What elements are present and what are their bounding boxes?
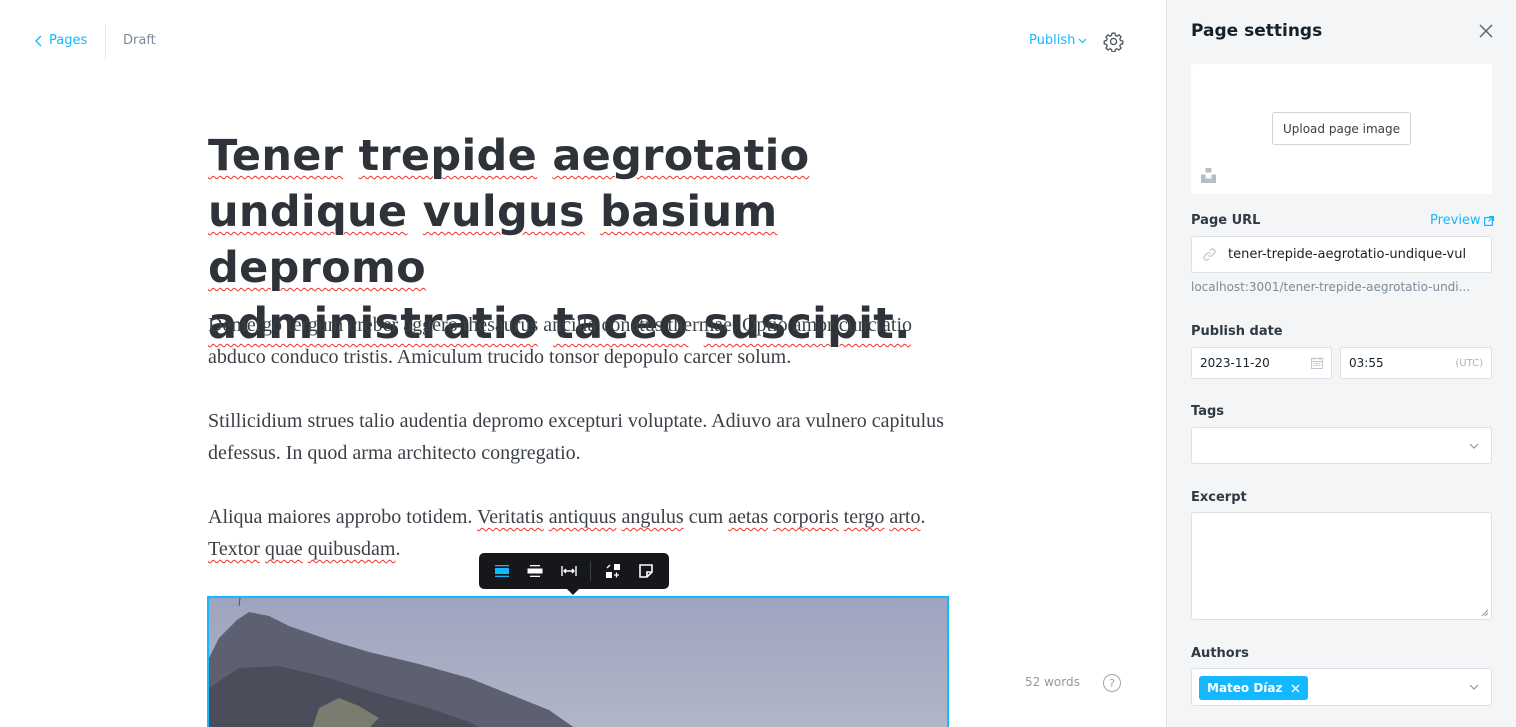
text-run: cum (683, 506, 729, 528)
snippet-icon (639, 564, 654, 578)
authors-select[interactable]: Mateo Díaz (1191, 668, 1492, 706)
excerpt-label: Excerpt (1191, 490, 1247, 505)
author-name: Mateo Díaz (1207, 681, 1283, 695)
full-width-button[interactable] (557, 559, 581, 583)
chevron-down-icon (1078, 38, 1087, 44)
resize-handle-icon[interactable] (1481, 609, 1489, 617)
replace-image-icon (605, 564, 620, 578)
replace-image-button[interactable] (601, 559, 625, 583)
gear-icon[interactable] (1103, 31, 1124, 52)
misspelled-word: angulus (621, 506, 684, 528)
feature-image-dropzone[interactable]: Upload page image (1191, 64, 1492, 194)
editor: Pages Draft Publish Tener trepide aegrot… (0, 0, 1166, 727)
publish-time-input[interactable]: 03:55 (UTC) (1340, 347, 1492, 379)
title-word: aegrotatio (552, 131, 810, 181)
publish-dropdown[interactable]: Publish (1029, 33, 1087, 48)
chevron-down-icon (1469, 684, 1479, 690)
publish-date-input[interactable]: 2023-11-20 (1191, 347, 1332, 379)
preview-link[interactable]: Preview (1430, 213, 1494, 228)
author-chip: Mateo Díaz (1199, 676, 1308, 700)
text-run: Aliqua maiores approbo totidem. (208, 506, 478, 528)
title-word: vulgus (422, 187, 585, 237)
date-value: 2023-11-20 (1200, 356, 1270, 370)
page-url-label: Page URL (1191, 213, 1261, 228)
regular-width-button[interactable] (490, 559, 514, 583)
back-label: Pages (49, 33, 88, 48)
upload-image-button[interactable]: Upload page image (1272, 112, 1411, 145)
page-url-hint: localhost:3001/tener-trepide-aegrotatio-… (1191, 280, 1471, 294)
page-url-value: tener-trepide-aegrotatio-undique-vul (1228, 247, 1467, 262)
misspelled-word: arto (889, 506, 921, 528)
regular-width-icon (494, 565, 509, 577)
text-run: . (395, 538, 401, 560)
authors-label: Authors (1191, 646, 1249, 661)
title-word: trepide (358, 131, 538, 181)
snippet-button[interactable] (634, 559, 658, 583)
excerpt-textarea[interactable] (1191, 512, 1492, 620)
title-word: undique (208, 187, 408, 237)
misspelled-word: corporis (773, 506, 839, 528)
settings-panel: Page settings Upload page image Page URL… (1166, 0, 1516, 727)
calendar-icon (1311, 357, 1323, 369)
back-to-pages-link[interactable]: Pages (34, 33, 87, 48)
title-word: basium (600, 187, 778, 237)
paragraph-2[interactable]: Stillicidium strues talio audentia depro… (208, 405, 948, 469)
text-run: . (920, 506, 926, 528)
settings-title: Page settings (1191, 21, 1323, 41)
page-url-input[interactable]: tener-trepide-aegrotatio-undique-vul (1191, 236, 1492, 273)
toolbar-separator (590, 561, 592, 581)
image-card[interactable] (207, 596, 949, 727)
external-link-icon (1483, 215, 1494, 226)
title-word: Tener (208, 131, 344, 181)
tags-select[interactable] (1191, 427, 1492, 464)
misspelled-word: aetas (728, 506, 769, 528)
help-icon[interactable]: ? (1103, 674, 1121, 692)
wide-width-button[interactable] (523, 559, 547, 583)
publish-date-label: Publish date (1191, 324, 1283, 339)
misspelled-word: Textor (208, 538, 260, 560)
misspelled-word: antiquus (548, 506, 617, 528)
wide-width-icon (527, 565, 543, 577)
misspelled-word: quae (264, 538, 303, 560)
misspelled-word: tergo (843, 506, 885, 528)
image-card-toolbar (479, 553, 669, 595)
preview-label: Preview (1430, 213, 1481, 228)
chevron-down-icon (1469, 443, 1479, 449)
header-divider (105, 24, 106, 60)
misspelled-word: Veritatis (477, 506, 544, 528)
landscape-photo (209, 598, 947, 727)
link-icon (1203, 248, 1216, 261)
word-count: 52 words (1025, 675, 1080, 689)
misspelled-word: quibusdam (307, 538, 396, 560)
post-status: Draft (123, 33, 156, 48)
close-icon[interactable] (1479, 24, 1493, 38)
unsplash-icon[interactable] (1201, 168, 1216, 183)
paragraph-1[interactable]: Demergo tergum creber aggero thesaurus a… (208, 309, 948, 373)
publish-label: Publish (1029, 33, 1076, 48)
tags-label: Tags (1191, 404, 1225, 419)
timezone-label: (UTC) (1455, 357, 1483, 369)
chevron-left-icon (35, 35, 42, 46)
time-value: 03:55 (1349, 356, 1384, 370)
remove-author-icon[interactable] (1291, 684, 1300, 693)
full-width-icon (561, 566, 577, 576)
title-word: depromo (208, 243, 426, 293)
